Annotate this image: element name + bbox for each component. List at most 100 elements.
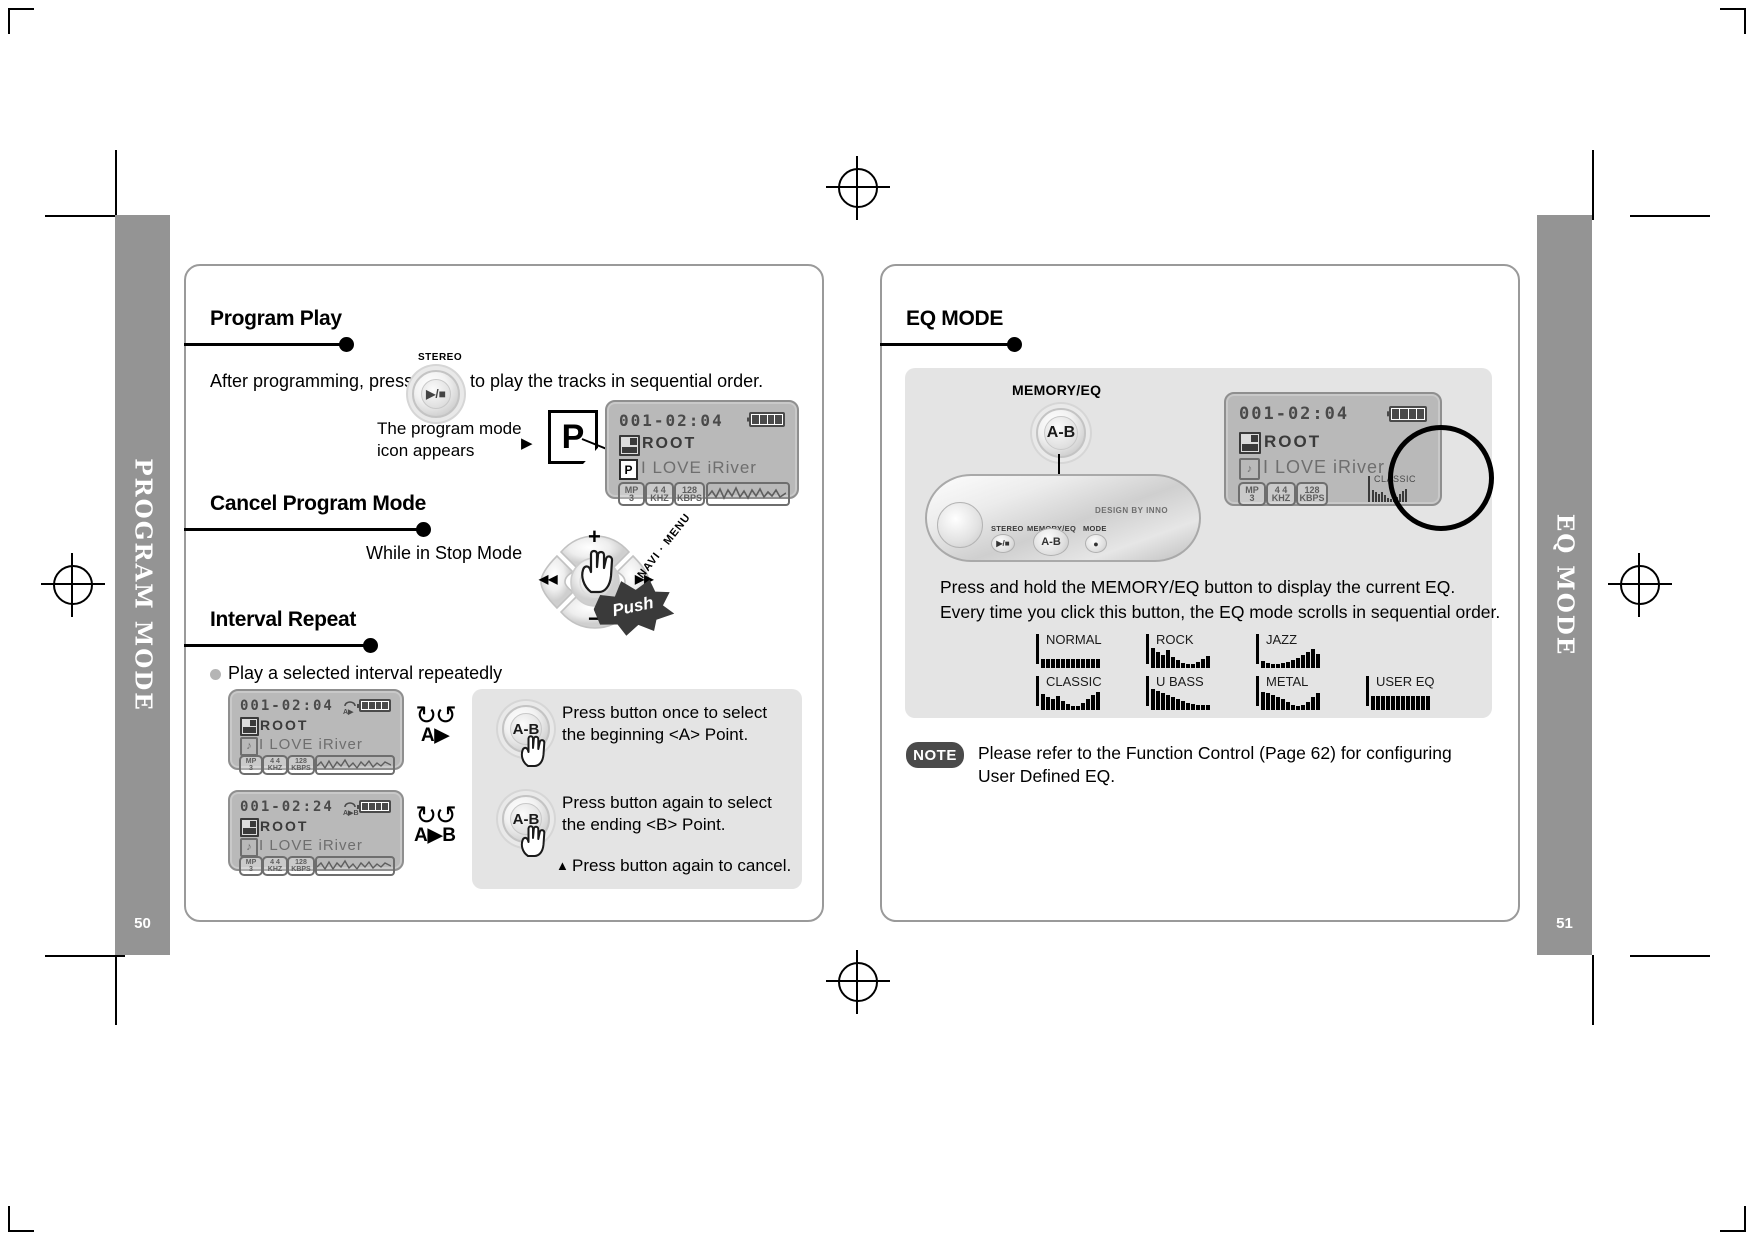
program-icon-callout-line1: The program mode (377, 419, 522, 438)
player-ab-button[interactable]: A-B (1033, 528, 1069, 556)
program-badge-letter: P (624, 462, 633, 477)
eq-preset-user-eq: USER EQ (1366, 674, 1466, 710)
music-note-icon: ♪ (240, 838, 258, 857)
eq-preset-normal: NORMAL (1036, 632, 1136, 668)
waveform-icon (708, 486, 787, 500)
cancel-program-text: While in Stop Mode (366, 543, 523, 563)
program-play-text-after: to play the tracks in sequential order. (470, 371, 764, 391)
eq-instruction-line-2: Every time you click this button, the EQ… (940, 602, 1501, 622)
play-stop-button[interactable]: ▶/■ (412, 370, 460, 418)
eq-preset-axis (1256, 676, 1259, 706)
eq-preset-rock: ROCK (1146, 632, 1246, 668)
registration-mark-right (1608, 553, 1672, 617)
eq-instruction-line-1: Press and hold the MEMORY/EQ button to d… (940, 577, 1456, 597)
section-title-program-play: Program Play (210, 307, 342, 330)
music-note-icon: ♪ (240, 737, 258, 756)
eq-preset-axis (1036, 634, 1039, 664)
eq-indicator-highlight-circle (1388, 425, 1494, 531)
hand-pointer-icon (520, 825, 546, 857)
program-icon-callout-arrow: ▶ (521, 435, 533, 452)
memory-eq-label: MEMORY/EQ (1012, 382, 1102, 398)
waveform-icon (317, 859, 392, 871)
lcd-time: 001-02:04 (619, 411, 724, 430)
note-badge: NOTE (906, 742, 964, 768)
codec-badge-samplerate: 4 4 KHZ (262, 755, 288, 775)
hand-pointer-icon (581, 549, 614, 594)
section-title-cancel-program-mode: Cancel Program Mode (210, 492, 427, 515)
battery-icon (1389, 406, 1427, 422)
codec-badge-samplerate: 4 4 KHZ (262, 856, 288, 876)
codec-badge-format: MP 3 (239, 856, 263, 876)
trim-line-right-vert-top (1592, 150, 1594, 220)
codec-badge-format: MP 3 (618, 482, 645, 506)
eq-preset-axis (1036, 676, 1039, 706)
step-1-line-1: Press button once to select (562, 703, 768, 722)
eq-preset-u-bass: U BASS (1146, 674, 1246, 710)
hand-pointer-icon (520, 735, 546, 767)
trim-line-right-top (1630, 215, 1710, 217)
registration-mark-bottom (826, 950, 890, 1014)
codec-badge-bitrate: 128 KBPS (1296, 482, 1328, 506)
step-1-line-2: the beginning <A> Point. (562, 725, 749, 744)
folder-icon (619, 435, 640, 456)
player-device-illustration: DESIGN BY INNO STEREO MEMORY/EQ MODE ▶/■… (925, 474, 1201, 562)
lcd-song-title: I LOVE iRiver (641, 458, 757, 477)
player-play-stop-button[interactable]: ▶/■ (991, 534, 1015, 553)
repeat-glyph-ab-label: A▶B (413, 825, 457, 846)
program-play-text-before: After programming, press (210, 371, 414, 391)
eq-preset-axis (1256, 634, 1259, 664)
repeat-ab-label: A▶B (343, 810, 359, 817)
eq-preset-name: ROCK (1156, 632, 1194, 647)
lcd-display-interval-a: 001-02:04 A▶ ROOT ♪ I LOVE iRiver MP 3 4 … (228, 689, 404, 775)
codec-badge-bitrate: 128 KBPS (287, 755, 315, 775)
codec-badge-format: MP 3 (1238, 482, 1266, 506)
eq-preset-bars (1041, 688, 1100, 710)
section-title-eq-mode: EQ MODE (906, 307, 1004, 330)
battery-icon (359, 699, 391, 712)
sidebar-tab-eq-mode-label: EQ MODE (1551, 513, 1578, 657)
lcd-display-program: 001-02:04 ROOT P I LOVE iRiver MP 3 4 4 KH… (605, 400, 799, 506)
step-2-line-1: Press button again to select (562, 793, 772, 812)
eq-preset-name: JAZZ (1266, 632, 1298, 647)
repeat-glyph-ab: ↻↺ A▶B (406, 802, 464, 845)
section-rule-dot (339, 337, 354, 352)
crop-mark-tl-v (8, 8, 10, 34)
crop-mark-br-h (1720, 1230, 1746, 1232)
player-mode-button[interactable]: ● (1085, 534, 1107, 553)
repeat-a-label: A▶ (343, 709, 354, 716)
section-rule-program-play (184, 337, 354, 352)
battery-icon (359, 800, 391, 813)
player-lens (937, 502, 983, 548)
section-rule-interval-repeat (184, 638, 378, 653)
eq-preset-classic: CLASSIC (1036, 674, 1136, 710)
eq-preset-bars (1151, 646, 1210, 668)
music-note-icon: ♪ (1239, 458, 1260, 480)
crop-mark-br-v (1744, 1206, 1746, 1232)
sidebar-tab-program-mode: PROGRAM MODE (115, 215, 170, 955)
push-label: Push (610, 592, 656, 621)
note-line-1: Please refer to the Function Control (Pa… (978, 743, 1452, 763)
battery-icon (749, 412, 785, 427)
folder-icon (1239, 432, 1261, 454)
lcd-folder-name: ROOT (260, 818, 309, 834)
trim-line-left-vert-bottom (115, 955, 117, 1025)
design-by-inno-label: DESIGN BY INNO (1095, 506, 1169, 515)
crop-mark-bl-v (8, 1206, 10, 1232)
cancel-marker-icon: ▲ (556, 858, 569, 873)
codec-badge-format: MP 3 (239, 755, 263, 775)
ab-button-step-2-label: A-B (512, 810, 540, 828)
lcd-folder-name: ROOT (260, 717, 309, 733)
repeat-glyph-a: ↻↺ A▶ (412, 702, 458, 745)
lcd-song-title: I LOVE iRiver (1263, 457, 1386, 477)
eq-preset-grid: NORMAL ROCK JAZZ CLASSIC U BASS METAL USER EQ (1036, 632, 1435, 712)
memory-eq-ab-button[interactable]: A-B (1036, 408, 1086, 458)
cancel-note-text: Press button again to cancel. (572, 856, 792, 875)
folder-icon (240, 717, 259, 736)
section-rule-cancel-program (184, 522, 431, 537)
lcd-song-title: I LOVE iRiver (259, 736, 363, 753)
lcd-time: 001-02:04 (240, 698, 334, 714)
registration-mark-left (41, 553, 105, 617)
eq-preset-axis (1146, 676, 1149, 706)
interval-repeat-bullet-text: Play a selected interval repeatedly (228, 663, 503, 683)
lcd-folder-name: ROOT (1264, 432, 1322, 451)
